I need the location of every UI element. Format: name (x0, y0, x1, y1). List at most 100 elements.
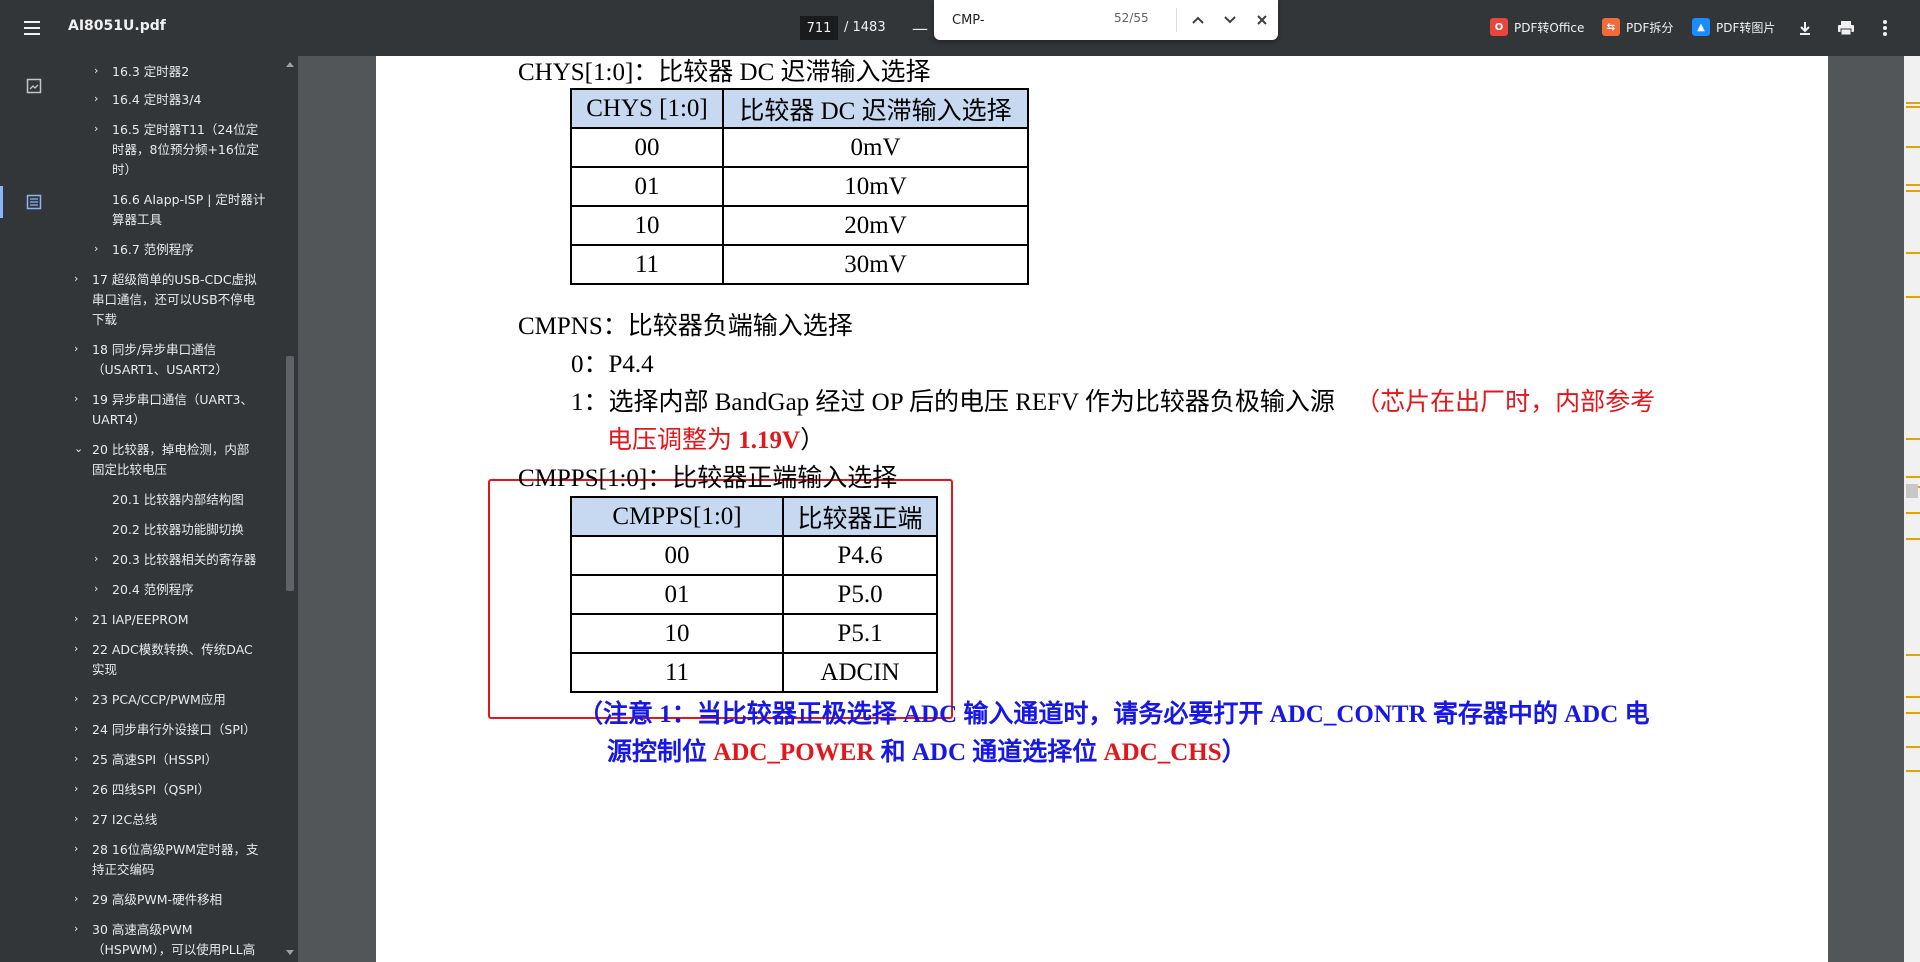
outline-scroll-thumb[interactable] (286, 356, 294, 591)
outline-item[interactable]: 串口通信，还可以USB不停电 (92, 290, 255, 310)
chevron-right-icon[interactable]: › (94, 582, 98, 595)
table-header-cell: 比较器正端 (782, 496, 938, 537)
chevron-right-icon[interactable]: › (94, 242, 98, 255)
page-total: / 1483 (844, 20, 886, 35)
chevron-right-icon[interactable]: › (74, 612, 78, 625)
chevron-right-icon[interactable]: › (94, 122, 98, 135)
menu-icon[interactable] (20, 16, 44, 40)
chevron-right-icon[interactable]: › (74, 722, 78, 735)
outline-item[interactable]: 20.1 比较器内部结构图 (112, 490, 244, 510)
chevron-right-icon[interactable]: › (74, 642, 78, 655)
outline-item[interactable]: 22 ADC模数转换、传统DAC (92, 640, 253, 660)
table-header-row: CMPPS[1:0] 比较器正端 (570, 496, 938, 537)
pdf-to-office-button[interactable]: O PDF转Office (1490, 18, 1584, 36)
chevron-right-icon[interactable]: › (74, 842, 78, 855)
cmpns-option-0: 0：P4.4 (571, 351, 654, 378)
chevron-right-icon[interactable]: › (74, 782, 78, 795)
outline-item[interactable]: 持正交编码 (92, 860, 155, 880)
cmpns-heading: CMPNS：比较器负端输入选择 (518, 313, 853, 340)
page-number-input[interactable]: 711 (800, 16, 838, 40)
pdf-to-image-label: PDF转图片 (1716, 20, 1776, 35)
pdf-to-image-button[interactable]: ▲ PDF转图片 (1692, 18, 1775, 36)
scroll-down-arrow[interactable] (286, 950, 294, 955)
find-marker (1906, 696, 1920, 698)
chevron-right-icon[interactable]: › (74, 692, 78, 705)
outline-item[interactable]: 28 16位高级PWM定时器，支 (92, 840, 258, 860)
outline-item[interactable]: 30 高速高级PWM (92, 920, 193, 940)
outline-item[interactable]: 23 PCA/CCP/PWM应用 (92, 690, 226, 710)
chevron-right-icon[interactable]: › (74, 892, 78, 905)
outline-item[interactable]: 实现 (92, 660, 117, 680)
outline-item[interactable]: 18 同步/异步串口通信 (92, 340, 216, 360)
table-cell: 10mV (722, 166, 1029, 207)
scroll-up-arrow[interactable] (286, 62, 294, 67)
table-cell: 00 (570, 127, 724, 168)
chevron-right-icon[interactable]: › (74, 272, 78, 285)
outline-item[interactable]: 16.3 定时器2 (112, 62, 189, 82)
chevron-right-icon[interactable]: › (94, 64, 98, 77)
chevron-right-icon[interactable]: › (74, 752, 78, 765)
chevron-right-icon[interactable]: › (74, 812, 78, 825)
find-marker (1906, 746, 1920, 748)
outline-item[interactable]: 下载 (92, 310, 117, 330)
outline-item[interactable]: 25 高速SPI（HSSPI） (92, 750, 218, 770)
outline-scrollbar[interactable] (282, 56, 298, 962)
outline-item[interactable]: 21 IAP/EEPROM (92, 610, 189, 630)
chevron-right-icon[interactable]: › (74, 342, 78, 355)
active-indicator (0, 186, 3, 218)
outline-item[interactable]: 16.5 定时器T11（24位定 (112, 120, 258, 140)
find-close-button[interactable] (1248, 6, 1276, 34)
table-cell: 20mV (722, 205, 1029, 246)
outline-item[interactable]: 时） (112, 160, 137, 180)
document-scroll-thumb[interactable] (1906, 484, 1918, 498)
chevron-down-icon[interactable]: ⌄ (74, 442, 83, 455)
outline-item[interactable]: 20.4 范例程序 (112, 580, 194, 600)
outline-item[interactable]: （USART1、USART2） (92, 360, 228, 380)
find-next-button[interactable] (1216, 6, 1244, 34)
outline-item[interactable]: 20.3 比较器相关的寄存器 (112, 550, 256, 570)
note-adc-power: ADC_POWER (713, 739, 875, 766)
table-cell: 11 (570, 652, 784, 693)
outline-item[interactable]: 26 四线SPI（QSPI） (92, 780, 210, 800)
close-icon (1257, 15, 1267, 25)
chevron-right-icon[interactable]: › (74, 922, 78, 935)
document-title: AI8051U.pdf (68, 18, 166, 34)
document-scrollbar[interactable] (1904, 56, 1920, 962)
outline-item[interactable]: 17 超级简单的USB-CDC虚拟 (92, 270, 257, 290)
outline-item[interactable]: 24 同步串行外设接口（SPI） (92, 720, 256, 740)
outline-item[interactable]: 16.7 范例程序 (112, 240, 194, 260)
thumbnails-icon[interactable] (22, 74, 46, 98)
zoom-out-button[interactable]: — (912, 19, 928, 38)
image-icon: ▲ (1692, 18, 1710, 36)
table-header-row: CHYS [1:0] 比较器 DC 迟滞输入选择 (570, 88, 1029, 129)
outline-item[interactable]: 20 比较器，掉电检测，内部 (92, 440, 249, 460)
find-previous-button[interactable] (1184, 6, 1212, 34)
chys-heading: CHYS[1:0]：比较器 DC 迟滞输入选择 (518, 59, 931, 86)
document-outline: › 16.3 定时器2 › 16.4 定时器3/4 › 16.5 定时器T11（24位定时… (68, 56, 282, 962)
outline-item[interactable]: 16.6 AIapp-ISP | 定时器计 (112, 190, 265, 210)
chevron-right-icon[interactable]: › (94, 552, 98, 565)
pdf-split-button[interactable]: ⇆ PDF拆分 (1602, 18, 1673, 36)
outline-icon[interactable] (22, 190, 46, 214)
outline-item[interactable]: 19 异步串口通信（UART3、 (92, 390, 253, 410)
chevron-down-icon (1224, 16, 1236, 24)
chevron-right-icon[interactable]: › (94, 92, 98, 105)
outline-item[interactable]: （HSPWM），可以使用PLL高 (92, 940, 255, 960)
cmpns-note-value: 1.19V (738, 427, 801, 454)
outline-item[interactable]: 27 I2C总线 (92, 810, 157, 830)
outline-item[interactable]: UART4） (92, 410, 146, 430)
outline-item[interactable]: 20.2 比较器功能脚切换 (112, 520, 244, 540)
find-marker (1906, 106, 1920, 108)
outline-item[interactable]: 固定比较电压 (92, 460, 167, 480)
outline-item[interactable]: 算器工具 (112, 210, 162, 230)
download-icon[interactable] (1793, 16, 1817, 40)
table-cell: P5.0 (782, 574, 938, 615)
chevron-right-icon[interactable]: › (74, 392, 78, 405)
outline-item[interactable]: 29 高级PWM-硬件移相 (92, 890, 222, 910)
outline-item[interactable]: 时器，8位预分频+16位定 (112, 140, 259, 160)
find-marker (1906, 712, 1920, 714)
more-options-icon[interactable] (1873, 16, 1897, 40)
print-icon[interactable] (1834, 16, 1858, 40)
outline-item[interactable]: 16.4 定时器3/4 (112, 90, 201, 110)
find-input[interactable] (952, 8, 1102, 32)
